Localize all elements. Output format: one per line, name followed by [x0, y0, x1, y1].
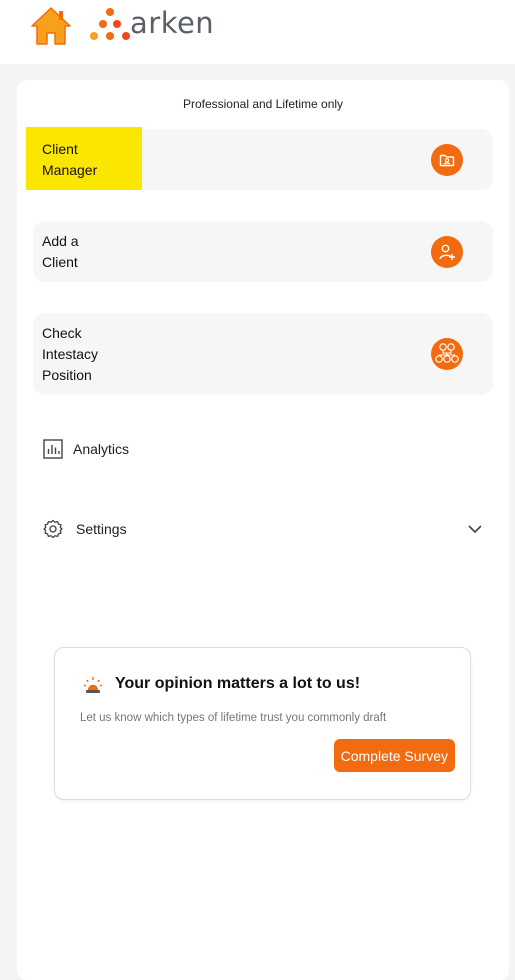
check-intestacy-card[interactable]: Check Intestacy Position — [33, 313, 493, 395]
add-client-label: Add a Client — [42, 232, 79, 270]
survey-title: Your opinion matters a lot to us! — [115, 675, 361, 692]
gear-icon — [43, 519, 63, 539]
client-manager-card[interactable]: Client Manager — [26, 127, 493, 190]
plan-notice: Professional and Lifetime only — [182, 97, 344, 111]
nav-analytics-label: Analytics — [73, 441, 130, 457]
add-client-card[interactable]: Add a Client — [33, 221, 493, 282]
complete-survey-button[interactable]: Complete Survey — [333, 739, 455, 772]
alarm-light-icon — [84, 677, 102, 693]
brand-logo-mark — [90, 8, 130, 40]
nav-settings[interactable]: Settings — [43, 514, 483, 544]
survey-description: Let us know which types of lifetime trus… — [80, 712, 387, 724]
client-folder-icon[interactable] — [431, 143, 463, 176]
check-intestacy-label: Check Intestacy Position — [42, 324, 99, 383]
home-icon[interactable] — [30, 6, 72, 46]
chevron-down-icon[interactable] — [467, 521, 483, 537]
nav-settings-label: Settings — [76, 521, 127, 537]
bar-chart-icon — [43, 439, 63, 459]
top-bar: arken — [0, 0, 515, 64]
family-tree-icon[interactable] — [431, 338, 463, 370]
client-manager-label: Client Manager — [42, 140, 98, 178]
add-user-icon[interactable] — [431, 235, 463, 268]
nav-analytics[interactable]: Analytics — [43, 434, 483, 464]
menu-panel: Professional and Lifetime only Client Ma… — [17, 80, 509, 980]
survey-card: Your opinion matters a lot to us! Let us… — [54, 647, 471, 800]
brand-logo[interactable]: arken — [88, 4, 214, 44]
brand-name: arken — [130, 6, 215, 40]
